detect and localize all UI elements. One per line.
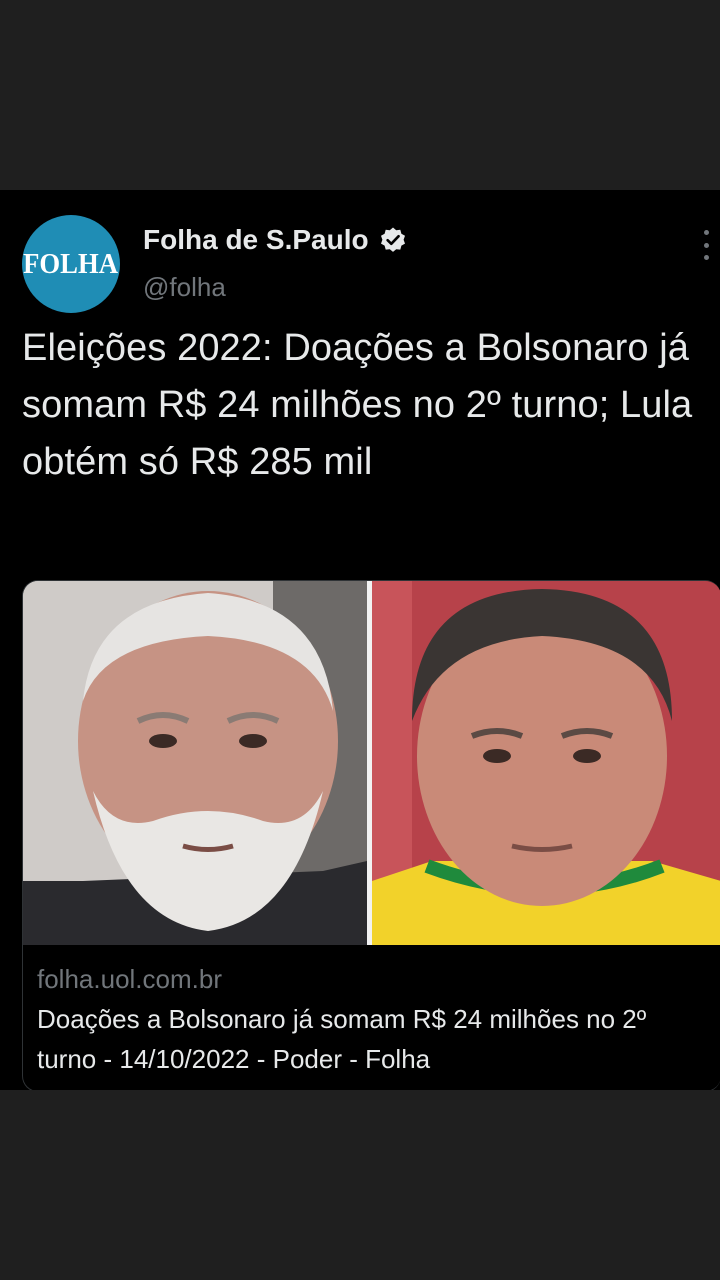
card-image[interactable] (23, 581, 720, 945)
tweet[interactable]: FOLHA Folha de S.Paulo @folha Eleições 2… (0, 190, 720, 1092)
link-card[interactable]: folha.uol.com.br Doações a Bolsonaro já … (22, 580, 720, 1092)
avatar-logo-text: FOLHA (23, 247, 119, 280)
bolsonaro-photo (372, 581, 720, 945)
bottom-frame (0, 1090, 720, 1280)
more-options-icon[interactable] (696, 230, 716, 260)
author-name-row[interactable]: Folha de S.Paulo (143, 224, 407, 256)
author-handle[interactable]: @folha (143, 272, 226, 303)
avatar[interactable]: FOLHA (22, 215, 120, 313)
card-domain: folha.uol.com.br (37, 964, 222, 994)
card-meta[interactable]: folha.uol.com.br Doações a Bolsonaro já … (37, 961, 707, 1079)
author-display-name[interactable]: Folha de S.Paulo (143, 224, 369, 256)
tweet-text: Eleições 2022: Doações a Bolsonaro já so… (22, 327, 693, 483)
top-frame (0, 0, 720, 190)
verified-badge-icon (379, 226, 407, 254)
lula-photo (23, 581, 367, 945)
card-title: Doações a Bolsonaro já somam R$ 24 milhõ… (37, 1004, 647, 1074)
